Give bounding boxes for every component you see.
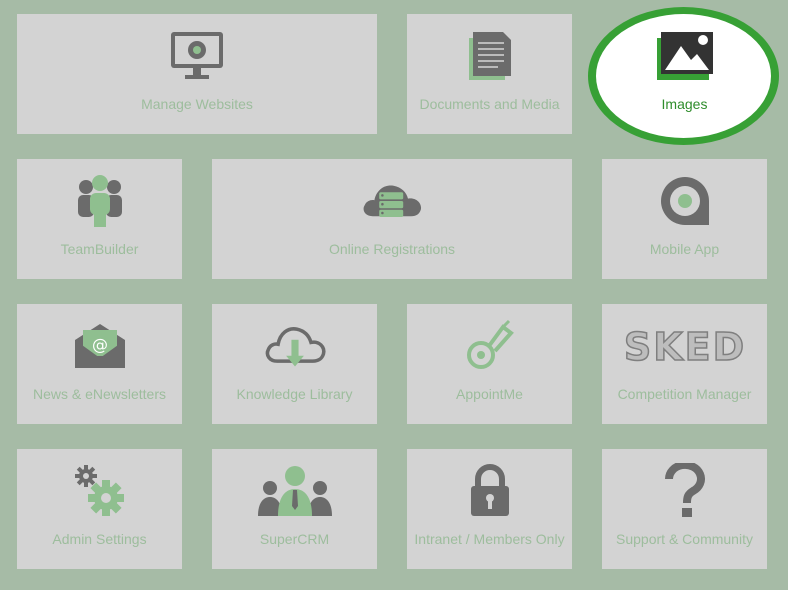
tile-manage-websites[interactable]: Manage Websites: [17, 14, 377, 134]
tile-label: Support & Community: [616, 531, 753, 547]
whistle-icon: [458, 316, 522, 376]
tile-teambuilder[interactable]: TeamBuilder: [17, 159, 182, 279]
tile-images[interactable]: Images: [602, 14, 767, 134]
team-icon: [68, 171, 132, 231]
envelope-icon: @: [68, 316, 132, 376]
tile-label: News & eNewsletters: [32, 386, 167, 402]
svg-text:SKED: SKED: [623, 325, 745, 368]
tile-label: SuperCRM: [259, 531, 330, 547]
sked-logo: SKED: [620, 316, 750, 376]
tile-appointme[interactable]: AppointMe: [407, 304, 572, 424]
tile-intranet-members[interactable]: Intranet / Members Only: [407, 449, 572, 569]
tile-online-registrations[interactable]: Online Registrations: [212, 159, 572, 279]
tile-label: AppointMe: [456, 386, 523, 402]
tile-admin-settings[interactable]: Admin Settings: [17, 449, 182, 569]
monitor-icon: [165, 26, 229, 86]
tile-label: TeamBuilder: [60, 241, 139, 257]
cloud-server-icon: [360, 171, 424, 231]
tile-support-community[interactable]: Support & Community: [602, 449, 767, 569]
question-mark-icon: [653, 461, 717, 521]
lock-icon: [458, 461, 522, 521]
mobile-app-icon: [653, 171, 717, 231]
tile-label: Images: [661, 96, 708, 112]
tile-label: Knowledge Library: [236, 386, 353, 402]
svg-text:@: @: [92, 335, 108, 354]
tile-label: Admin Settings: [52, 531, 147, 547]
tile-label: Online Registrations: [328, 241, 456, 257]
people-icon: [255, 461, 335, 521]
tile-documents-media[interactable]: Documents and Media: [407, 14, 572, 134]
tile-mobile-app[interactable]: Mobile App: [602, 159, 767, 279]
tile-label: Competition Manager: [617, 386, 752, 402]
tile-knowledge-library[interactable]: Knowledge Library: [212, 304, 377, 424]
tile-news-enewsletters[interactable]: @ News & eNewsletters: [17, 304, 182, 424]
tile-label: Manage Websites: [141, 96, 253, 112]
cloud-download-icon: [263, 316, 327, 376]
tile-competition-manager[interactable]: SKED Competition Manager: [602, 304, 767, 424]
image-icon: [653, 26, 717, 86]
tile-label: Mobile App: [649, 241, 720, 257]
tile-supercrm[interactable]: SuperCRM: [212, 449, 377, 569]
document-icon: [458, 26, 522, 86]
tile-label: Documents and Media: [419, 96, 560, 112]
tile-label: Intranet / Members Only: [414, 531, 565, 547]
gears-icon: [68, 461, 132, 521]
